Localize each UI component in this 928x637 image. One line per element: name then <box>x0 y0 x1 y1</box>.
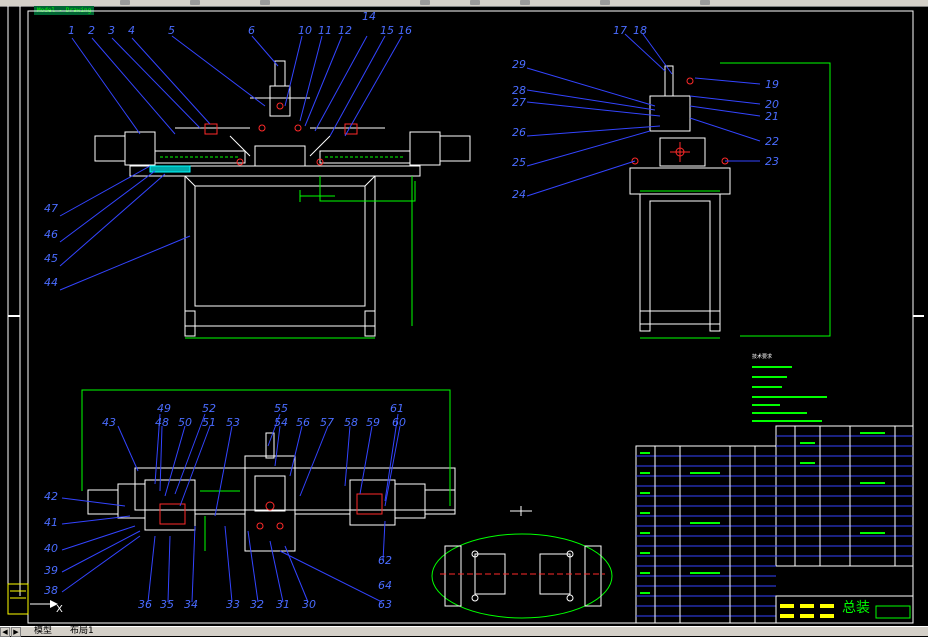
part-label: 55 <box>274 402 288 415</box>
part-label: 46 <box>44 228 58 241</box>
toolbar-button[interactable] <box>600 0 610 5</box>
part-label: 34 <box>184 598 198 611</box>
part-label: 63 <box>378 598 392 611</box>
toolbar-button[interactable] <box>700 0 710 5</box>
front-view <box>94 60 471 339</box>
part-label: 53 <box>226 416 240 429</box>
part-label: 54 <box>274 416 288 429</box>
part-label: 36 <box>138 598 152 611</box>
toolbar-button[interactable] <box>420 0 430 5</box>
part-label: 39 <box>44 564 58 577</box>
part-label: 26 <box>512 126 526 139</box>
part-label: 18 <box>633 24 647 37</box>
part-label: 62 <box>378 554 392 567</box>
part-label: 25 <box>512 156 526 169</box>
part-label: 56 <box>296 416 310 429</box>
toolbar-button[interactable] <box>470 0 480 5</box>
part-label: 44 <box>44 276 58 289</box>
part-label: 12 <box>338 24 352 37</box>
part-label: 21 <box>765 110 779 123</box>
part-label: 15 <box>380 24 394 37</box>
part-label: 40 <box>44 542 58 555</box>
part-label: 23 <box>765 155 779 168</box>
side-view <box>629 62 831 339</box>
part-label: 41 <box>44 516 58 529</box>
part-label: 45 <box>44 252 58 265</box>
part-label: 5 <box>168 24 175 37</box>
part-label: 19 <box>765 78 779 91</box>
part-label: 1 <box>68 24 75 37</box>
part-label: 47 <box>44 202 58 215</box>
toolbar-button[interactable] <box>120 0 130 5</box>
part-label: 51 <box>202 416 216 429</box>
part-label: 38 <box>44 584 58 597</box>
part-label: 58 <box>344 416 358 429</box>
drawing-frame <box>27 10 914 624</box>
part-label: 32 <box>250 598 264 611</box>
part-label: 57 <box>320 416 334 429</box>
part-label: 30 <box>302 598 316 611</box>
part-label: 61 <box>390 402 404 415</box>
part-label: 27 <box>512 96 526 109</box>
part-label: 22 <box>765 135 779 148</box>
drawing-canvas[interactable]: 1 2 3 4 5 6 10 11 12 14 15 16 47 46 45 4… <box>0 6 928 626</box>
part-label: 14 <box>362 10 376 23</box>
top-leaders <box>61 413 401 603</box>
bom-table: 总装 <box>635 425 914 624</box>
top-labels: 43 49 48 50 52 51 53 55 54 56 57 58 59 6… <box>44 402 406 611</box>
part-label: 17 <box>613 24 627 37</box>
section-detail <box>431 506 613 619</box>
part-label: 49 <box>157 402 171 415</box>
part-label: 59 <box>366 416 380 429</box>
notes-heading: 技术要求 <box>752 353 772 360</box>
part-label: 43 <box>102 416 116 429</box>
svg-text:X: X <box>56 604 63 615</box>
part-label: 35 <box>160 598 174 611</box>
front-labels: 1 2 3 4 5 6 10 11 12 14 15 16 47 46 45 4… <box>44 10 412 289</box>
toolbar-button[interactable] <box>260 0 270 5</box>
toolbar-button[interactable] <box>190 0 200 5</box>
toolbar-button[interactable] <box>520 0 530 5</box>
side-leaders <box>526 33 761 197</box>
part-label: 52 <box>202 402 216 415</box>
part-label: 42 <box>44 490 58 503</box>
part-label: 31 <box>276 598 290 611</box>
part-label: 60 <box>392 416 406 429</box>
tab-next-icon[interactable]: ▶ <box>11 627 21 637</box>
part-label: 29 <box>512 58 526 71</box>
part-label: 4 <box>128 24 135 37</box>
part-label: 33 <box>226 598 240 611</box>
part-label: 11 <box>318 24 332 37</box>
technical-notes: 技术要求 <box>752 353 827 422</box>
part-label: 2 <box>88 24 95 37</box>
part-label: 50 <box>178 416 192 429</box>
part-label: 3 <box>108 24 115 37</box>
tab-prev-icon[interactable]: ◀ <box>0 627 10 637</box>
part-label: 48 <box>155 416 169 429</box>
part-label: 16 <box>398 24 412 37</box>
part-label: 10 <box>298 24 312 37</box>
title-block-name: 总装 <box>842 600 870 616</box>
part-label: 64 <box>378 579 392 592</box>
part-label: 6 <box>248 24 255 37</box>
part-label: 24 <box>512 188 526 201</box>
